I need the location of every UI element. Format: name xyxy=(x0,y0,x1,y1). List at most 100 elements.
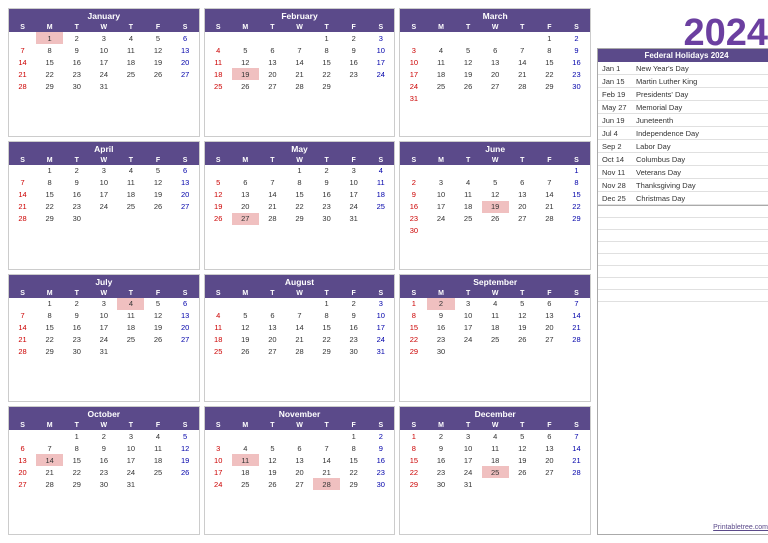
day-cell: 26 xyxy=(144,68,171,80)
day-cell: 21 xyxy=(509,68,536,80)
day-header: M xyxy=(232,289,259,298)
empty-row xyxy=(598,254,768,266)
day-cell: 25 xyxy=(117,68,144,80)
day-cell: 29 xyxy=(313,346,340,358)
day-header: T xyxy=(63,23,90,32)
day-cell: 14 xyxy=(286,56,313,68)
day-cell: 8 xyxy=(63,442,90,454)
day-cell: 31 xyxy=(117,478,144,490)
day-cell: 26 xyxy=(205,213,232,225)
holiday-row: Nov 28Thanksgiving Day xyxy=(598,179,768,192)
empty-cell xyxy=(259,32,286,44)
day-cell: 30 xyxy=(563,80,590,92)
day-header: T xyxy=(117,421,144,430)
day-cell: 24 xyxy=(367,334,394,346)
day-cell: 20 xyxy=(536,454,563,466)
day-header: T xyxy=(313,23,340,32)
day-header: F xyxy=(144,421,171,430)
day-cell: 8 xyxy=(313,44,340,56)
day-header: W xyxy=(90,156,117,165)
day-cell: 28 xyxy=(9,80,36,92)
holiday-row: Oct 14Columbus Day xyxy=(598,153,768,166)
day-cell: 9 xyxy=(340,310,367,322)
day-cell: 7 xyxy=(563,430,590,442)
day-cell: 16 xyxy=(563,56,590,68)
day-header: S xyxy=(172,421,199,430)
day-header: F xyxy=(340,156,367,165)
day-cell: 14 xyxy=(9,189,36,201)
day-header: F xyxy=(340,289,367,298)
day-header: S xyxy=(172,23,199,32)
day-cell: 3 xyxy=(90,298,117,310)
day-cell: 16 xyxy=(90,454,117,466)
day-cell: 15 xyxy=(536,56,563,68)
day-cell: 19 xyxy=(144,56,171,68)
day-cell: 5 xyxy=(205,177,232,189)
day-cell: 16 xyxy=(340,56,367,68)
day-cell: 3 xyxy=(340,165,367,177)
day-cell: 3 xyxy=(205,442,232,454)
day-cell: 1 xyxy=(340,430,367,442)
calendar-row: AprilSMTWTFS1234567891011121314151617181… xyxy=(8,141,591,270)
day-cell: 25 xyxy=(205,80,232,92)
day-cell: 27 xyxy=(509,213,536,225)
empty-cell xyxy=(232,298,259,310)
day-cell: 3 xyxy=(367,298,394,310)
holiday-row: Feb 19Presidents' Day xyxy=(598,88,768,101)
day-header: S xyxy=(9,156,36,165)
day-cell: 13 xyxy=(259,56,286,68)
holiday-name: Thanksgiving Day xyxy=(636,181,696,190)
day-cell: 12 xyxy=(172,442,199,454)
day-cell: 2 xyxy=(90,430,117,442)
calendar-april: AprilSMTWTFS1234567891011121314151617181… xyxy=(8,141,200,270)
empty-cell xyxy=(9,430,36,442)
day-header: S xyxy=(563,23,590,32)
day-cell: 7 xyxy=(36,442,63,454)
empty-cell xyxy=(536,165,563,177)
day-cell: 22 xyxy=(563,201,590,213)
day-cell: 3 xyxy=(367,32,394,44)
day-cell: 14 xyxy=(313,454,340,466)
day-cell: 20 xyxy=(172,322,199,334)
empty-row xyxy=(598,278,768,290)
day-cell: 25 xyxy=(427,80,454,92)
empty-rows xyxy=(597,206,768,535)
day-cell: 23 xyxy=(400,213,427,225)
day-cell: 25 xyxy=(144,466,171,478)
day-cell: 11 xyxy=(455,189,482,201)
day-cell: 4 xyxy=(232,442,259,454)
day-header: T xyxy=(313,156,340,165)
day-cell: 8 xyxy=(563,177,590,189)
day-cell: 5 xyxy=(232,310,259,322)
day-cell: 26 xyxy=(482,213,509,225)
day-cell: 20 xyxy=(509,201,536,213)
day-cell: 20 xyxy=(9,466,36,478)
empty-cell xyxy=(313,430,340,442)
day-cell: 17 xyxy=(90,56,117,68)
day-cell: 16 xyxy=(63,189,90,201)
day-header: S xyxy=(563,289,590,298)
day-header: M xyxy=(36,421,63,430)
day-header: T xyxy=(259,289,286,298)
day-cell: 18 xyxy=(455,201,482,213)
day-header: F xyxy=(536,23,563,32)
day-header: T xyxy=(313,421,340,430)
day-cell: 20 xyxy=(259,68,286,80)
day-cell: 18 xyxy=(367,189,394,201)
day-cell: 15 xyxy=(563,189,590,201)
day-cell: 1 xyxy=(563,165,590,177)
day-cell: 13 xyxy=(509,189,536,201)
day-header: S xyxy=(563,421,590,430)
day-cell: 9 xyxy=(563,44,590,56)
day-cell: 2 xyxy=(313,165,340,177)
calendar-december: DecemberSMTWTFS1234567891011121314151617… xyxy=(399,406,591,535)
day-cell: 30 xyxy=(313,213,340,225)
day-cell: 12 xyxy=(144,310,171,322)
day-cell: 15 xyxy=(63,454,90,466)
day-cell: 23 xyxy=(427,334,454,346)
empty-row xyxy=(598,290,768,302)
day-header: W xyxy=(286,156,313,165)
day-header: S xyxy=(400,289,427,298)
day-cell: 3 xyxy=(455,430,482,442)
empty-cell xyxy=(205,298,232,310)
